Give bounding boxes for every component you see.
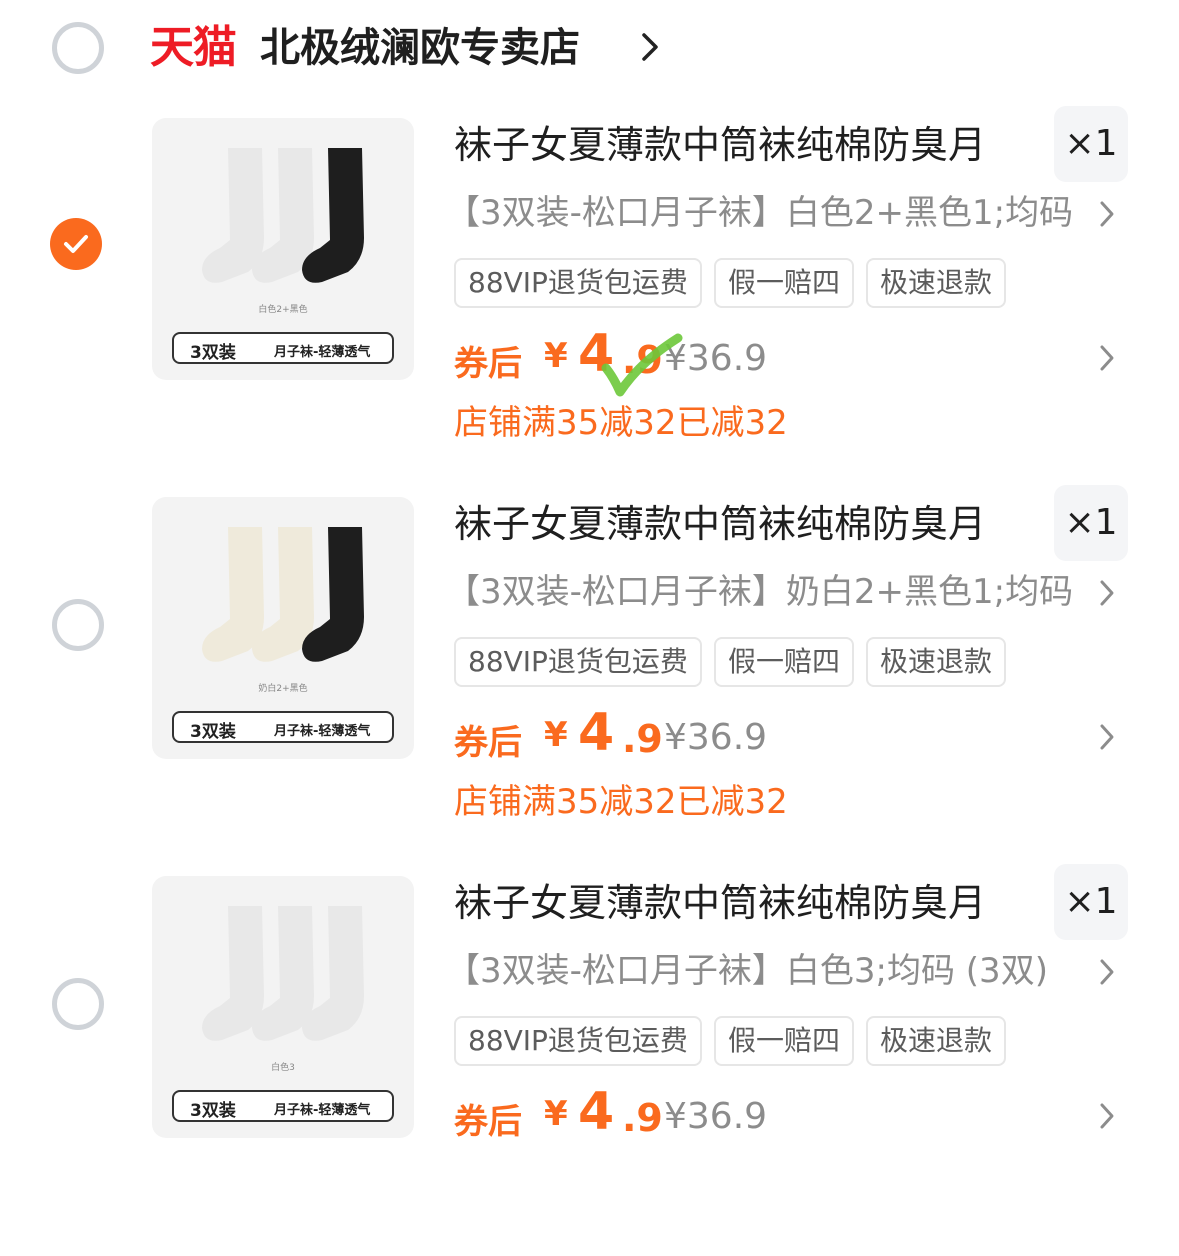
service-tag: 88VIP退货包运费 bbox=[454, 637, 702, 687]
pack-label: 3双装 月子袜-轻薄透气 bbox=[172, 332, 394, 364]
store-promo: 店铺满35减32已减32 bbox=[454, 782, 788, 822]
product-thumbnail[interactable]: 白色3 3双装 月子袜-轻薄透气 bbox=[152, 876, 414, 1138]
quantity-badge[interactable]: ×1 bbox=[1054, 106, 1128, 182]
variant-selector[interactable]: 【3双装-松口月子袜】奶白2+黑色1;均码 bbox=[446, 569, 1086, 615]
thumbnail-caption: 白色2+黑色 bbox=[258, 305, 308, 315]
service-tags: 88VIP退货包运费 假一赔四 极速退款 bbox=[454, 258, 1018, 308]
product-title[interactable]: 袜子女夏薄款中筒袜纯棉防臭月 bbox=[454, 878, 986, 928]
price-decimal: .9 bbox=[622, 1096, 663, 1140]
service-tag: 88VIP退货包运费 bbox=[454, 258, 702, 308]
product-title[interactable]: 袜子女夏薄款中筒袜纯棉防臭月 bbox=[454, 499, 986, 549]
variant-selector[interactable]: 【3双装-松口月子袜】白色2+黑色1;均码 bbox=[446, 190, 1086, 236]
price-decimal: .9 bbox=[622, 717, 663, 761]
cart-item: 白色2+黑色 3双装 月子袜-轻薄透气 袜子女夏薄款中筒袜纯棉防臭月 ×1 【3… bbox=[0, 106, 1179, 498]
store-select-radio[interactable] bbox=[52, 22, 104, 74]
service-tag: 极速退款 bbox=[865, 637, 1006, 687]
currency-symbol: ¥ bbox=[544, 715, 568, 755]
store-name-link[interactable]: 北极绒澜欧专卖店 bbox=[260, 20, 580, 76]
pack-count: 3双装 bbox=[190, 343, 236, 363]
original-price: ¥36.9 bbox=[664, 1096, 768, 1137]
currency-symbol: ¥ bbox=[544, 336, 568, 376]
product-thumbnail[interactable]: 奶白2+黑色 3双装 月子袜-轻薄透气 bbox=[152, 497, 414, 759]
service-tag: 假一赔四 bbox=[713, 637, 854, 687]
product-title[interactable]: 袜子女夏薄款中筒袜纯棉防臭月 bbox=[454, 120, 986, 170]
cart-item: 奶白2+黑色 3双装 月子袜-轻薄透气 袜子女夏薄款中筒袜纯棉防臭月 ×1 【3… bbox=[0, 485, 1179, 877]
green-check-mark-icon bbox=[601, 333, 683, 397]
quantity-badge[interactable]: ×1 bbox=[1054, 485, 1128, 561]
socks-image bbox=[202, 527, 364, 662]
service-tag: 极速退款 bbox=[865, 1016, 1006, 1066]
variant-chevron-icon[interactable] bbox=[1098, 958, 1116, 986]
price-chevron-icon[interactable] bbox=[1098, 344, 1116, 372]
socks-image bbox=[202, 906, 364, 1041]
service-tag: 假一赔四 bbox=[713, 1016, 854, 1066]
price-row[interactable]: 券后 ¥ 4 .9 ¥36.9 bbox=[454, 703, 1074, 767]
service-tag: 假一赔四 bbox=[713, 258, 854, 308]
store-header: 天猫 北极绒澜欧专卖店 bbox=[0, 0, 1179, 100]
item-select-radio[interactable] bbox=[52, 978, 104, 1030]
thumbnail-caption: 白色3 bbox=[271, 1063, 295, 1073]
price-row[interactable]: 券后 ¥ 4 .9 ¥36.9 bbox=[454, 324, 1074, 388]
socks-image bbox=[202, 148, 364, 283]
price-chevron-icon[interactable] bbox=[1098, 1102, 1116, 1130]
service-tag: 极速退款 bbox=[865, 258, 1006, 308]
price-integer: 4 bbox=[578, 1082, 615, 1142]
service-tag: 88VIP退货包运费 bbox=[454, 1016, 702, 1066]
original-price: ¥36.9 bbox=[664, 717, 768, 758]
variant-selector[interactable]: 【3双装-松口月子袜】白色3;均码 (3双) bbox=[446, 948, 1086, 994]
coupon-label: 券后 bbox=[454, 344, 522, 384]
service-tags: 88VIP退货包运费 假一赔四 极速退款 bbox=[454, 1016, 1018, 1066]
pack-feature: 月子袜-轻薄透气 bbox=[274, 1103, 371, 1118]
service-tags: 88VIP退货包运费 假一赔四 极速退款 bbox=[454, 637, 1018, 687]
pack-label: 3双装 月子袜-轻薄透气 bbox=[172, 711, 394, 743]
product-thumbnail[interactable]: 白色2+黑色 3双装 月子袜-轻薄透气 bbox=[152, 118, 414, 380]
currency-symbol: ¥ bbox=[544, 1094, 568, 1134]
coupon-label: 券后 bbox=[454, 723, 522, 763]
pack-label: 3双装 月子袜-轻薄透气 bbox=[172, 1090, 394, 1122]
price-integer: 4 bbox=[578, 703, 615, 763]
chevron-right-icon[interactable] bbox=[640, 32, 660, 62]
tmall-logo: 天猫 bbox=[150, 22, 237, 73]
pack-feature: 月子袜-轻薄透气 bbox=[274, 724, 371, 739]
check-icon bbox=[64, 235, 88, 253]
quantity-badge[interactable]: ×1 bbox=[1054, 864, 1128, 940]
variant-chevron-icon[interactable] bbox=[1098, 579, 1116, 607]
price-row[interactable]: 券后 ¥ 4 .9 ¥36.9 bbox=[454, 1082, 1074, 1146]
thumbnail-caption: 奶白2+黑色 bbox=[258, 684, 308, 694]
variant-chevron-icon[interactable] bbox=[1098, 200, 1116, 228]
price-chevron-icon[interactable] bbox=[1098, 723, 1116, 751]
store-promo: 店铺满35减32已减32 bbox=[454, 403, 788, 443]
pack-feature: 月子袜-轻薄透气 bbox=[274, 345, 371, 360]
cart-item: 白色3 3双装 月子袜-轻薄透气 袜子女夏薄款中筒袜纯棉防臭月 ×1 【3双装-… bbox=[0, 864, 1179, 1256]
item-select-radio-checked[interactable] bbox=[50, 218, 102, 270]
coupon-label: 券后 bbox=[454, 1102, 522, 1142]
pack-count: 3双装 bbox=[190, 1101, 236, 1121]
item-select-radio[interactable] bbox=[52, 599, 104, 651]
pack-count: 3双装 bbox=[190, 722, 236, 742]
